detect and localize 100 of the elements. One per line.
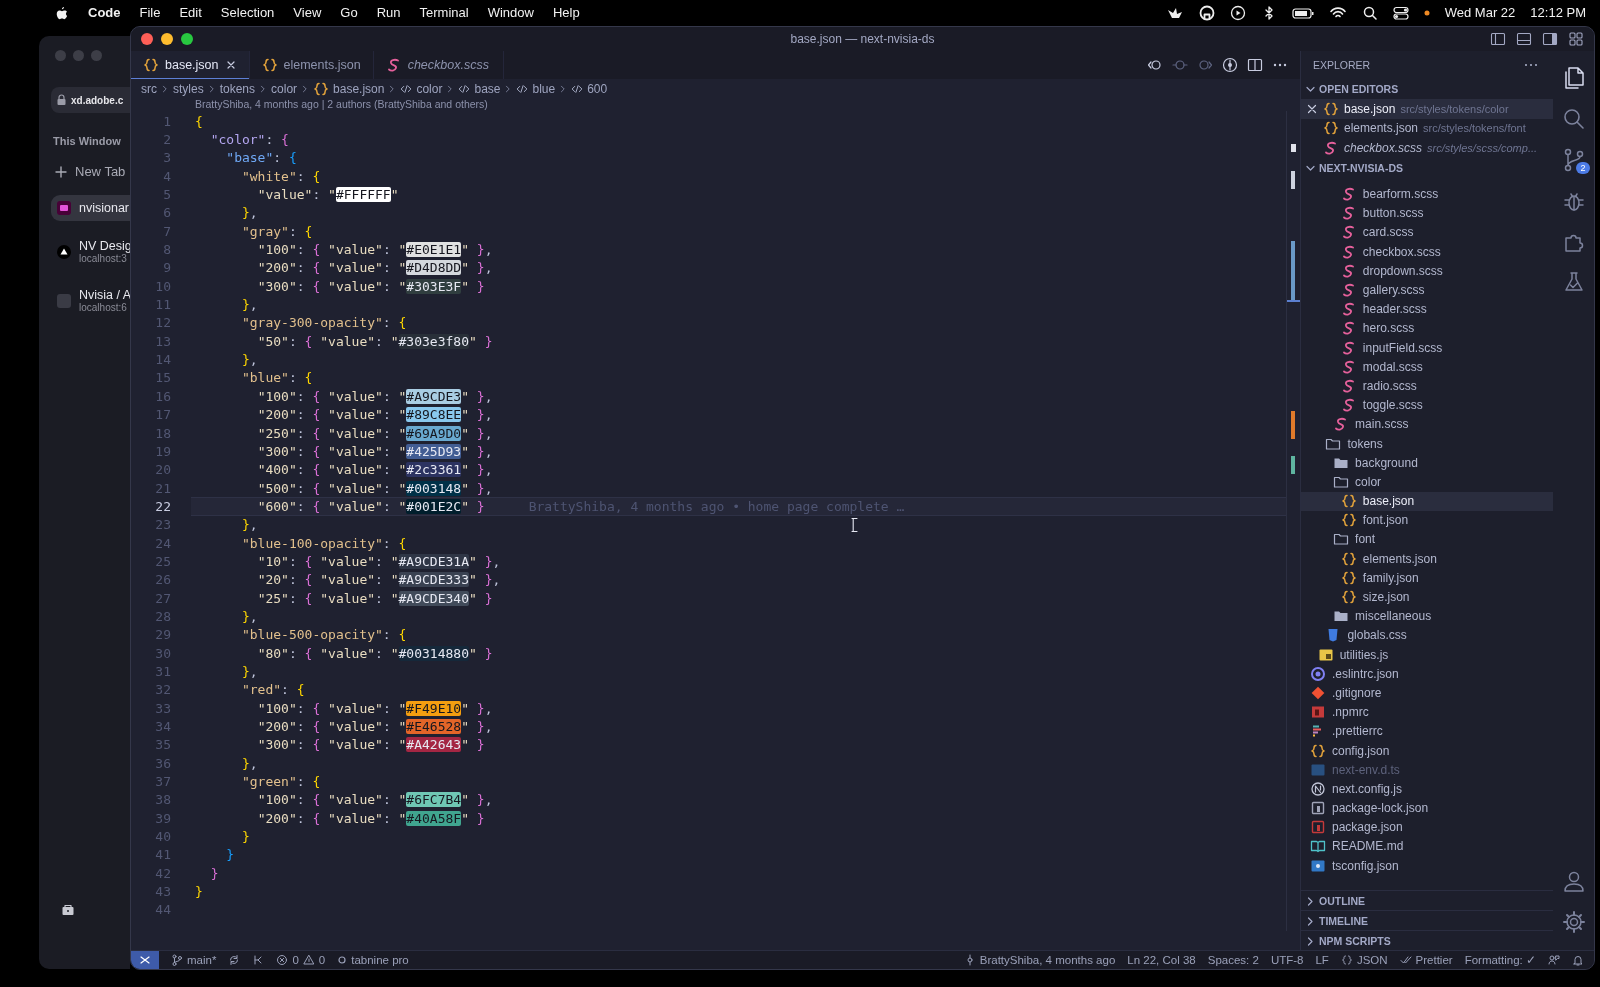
breadcrumb-item[interactable]: styles [173,81,204,96]
menu-item[interactable]: Window [487,5,534,20]
open-editor-item[interactable]: elements.json src/styles/tokens/font [1301,118,1553,138]
browser-tab[interactable]: nvisionar [51,195,130,221]
feedback-icon[interactable] [1548,954,1560,966]
close-light-icon[interactable] [141,33,153,45]
menu-item[interactable]: Selection [220,5,275,20]
explorer-entry[interactable]: README.md [1301,836,1553,857]
explorer-entry[interactable]: size.json [1301,587,1553,607]
explorer-entry[interactable]: family.json [1301,568,1553,588]
app-menu[interactable]: Code [88,5,121,20]
explorer-entry[interactable]: gallery.scss [1301,280,1553,300]
new-tab-button[interactable]: New Tab [51,164,130,179]
explorer-entry[interactable]: package-lock.json [1301,798,1553,818]
explorer-folder[interactable]: font [1301,529,1553,550]
explorer-entry[interactable]: tsconfig.json [1301,856,1553,876]
explorer-entry[interactable]: utilities.js [1301,645,1553,665]
section-header[interactable]: OPEN EDITORS [1301,79,1553,99]
blame-header[interactable]: BrattyShiba, 4 months ago | 2 authors (BrattyShiba and others) [131,98,1300,111]
indentation-status[interactable]: Spaces: 2 [1207,954,1259,966]
explorer-entry[interactable]: button.scss [1301,203,1553,223]
explorer-entry[interactable]: font.json [1301,510,1553,530]
sidebar-right-icon[interactable] [1542,31,1558,47]
explorer-entry[interactable]: toggle.scss [1301,395,1553,415]
encoding-status[interactable]: UTF-8 [1270,954,1304,966]
explorer-entry[interactable]: .eslintrc.json [1301,664,1553,684]
archive-icon[interactable] [61,903,75,917]
explorer-entry[interactable]: card.scss [1301,222,1553,243]
branch-status[interactable]: main* [171,954,217,966]
settings-icon[interactable] [1560,908,1587,935]
blame-status[interactable]: BrattyShiba, 4 months ago [963,954,1116,966]
cursor-position[interactable]: Ln 22, Col 38 [1127,954,1196,966]
split-icon[interactable] [1247,57,1263,73]
explorer-entry[interactable]: elements.json [1301,549,1553,569]
explorer-entry[interactable]: header.scss [1301,299,1553,319]
sync-icon[interactable] [228,954,241,966]
menubar-date[interactable]: Wed Mar 22 [1444,5,1516,20]
problems-status[interactable]: 0 0 [276,954,326,966]
menu-item[interactable]: Help [552,5,580,20]
breadcrumb-item[interactable]: color [400,81,443,96]
formatting-status[interactable]: Formatting: ✓ [1464,953,1536,967]
breadcrumb-item[interactable]: color [271,81,298,96]
explorer-entry[interactable]: modal.scss [1301,357,1553,377]
panel-icon[interactable] [1516,31,1532,47]
explorer-entry[interactable]: globals.css [1301,625,1553,645]
explorer-entry[interactable]: package.json [1301,817,1553,837]
explorer-entry[interactable]: base.json [1301,491,1553,511]
sidebar-left-icon[interactable] [1490,31,1506,47]
editor-tab[interactable]: base.json [131,51,250,79]
close-icon[interactable] [1306,102,1318,115]
menu-item[interactable]: View [293,5,322,20]
explorer-entry[interactable]: hero.scss [1301,318,1553,338]
language-status[interactable]: JSON [1340,954,1388,966]
explorer-entry[interactable]: inputField.scss [1301,338,1553,358]
explorer-folder[interactable]: tokens [1301,433,1553,454]
breadcrumb-item[interactable]: base [458,81,501,96]
explorer-entry[interactable]: main.scss [1301,414,1553,434]
layout-grid-icon[interactable] [1568,31,1584,47]
breadcrumb-item[interactable]: blue [516,81,556,96]
toggles-icon[interactable] [1392,4,1409,21]
explorer-folder[interactable]: color [1301,472,1553,492]
menu-item[interactable]: File [139,5,161,20]
open-editor-item[interactable]: checkbox.scss src/styles/scss/comp... [1301,138,1553,158]
menu-item[interactable]: Run [376,5,401,20]
menu-item[interactable]: Edit [179,5,202,20]
breadcrumb-item[interactable]: src [141,81,157,96]
search-icon[interactable] [1361,4,1378,21]
back-icon[interactable] [1147,57,1163,73]
menubar-time[interactable]: 12:12 PM [1530,5,1586,20]
remote-button[interactable] [131,951,159,969]
explorer-entry[interactable]: bearform.scss [1301,184,1553,204]
explorer-entry[interactable]: checkbox.scss [1301,242,1553,262]
section-header[interactable]: OUTLINE [1301,890,1553,910]
explorer-folder[interactable]: background [1301,453,1553,473]
play-icon[interactable] [1229,4,1246,21]
menu-item[interactable]: Go [340,5,358,20]
explorer-entry[interactable]: .prettierrc [1301,721,1553,741]
forward-icon[interactable] [1197,57,1213,73]
menu-item[interactable]: Terminal [419,5,469,20]
zoom-light-icon[interactable] [181,33,193,45]
explorer-folder[interactable]: miscellaneous [1301,606,1553,626]
section-header[interactable]: TIMELINE [1301,910,1553,930]
commit-icon[interactable] [1222,57,1238,73]
explorer-entry[interactable]: .npmrc [1301,702,1553,722]
breadcrumb-item[interactable]: tokens [219,81,256,96]
minimize-light-icon[interactable] [161,33,173,45]
open-editor-item[interactable]: base.json src/styles/tokens/color [1301,99,1553,119]
dot-ring-icon[interactable] [1172,57,1188,73]
address-bar[interactable]: xd.adobe.c [51,87,130,113]
tabnine-status[interactable]: tabnine pro [337,954,409,966]
explorer-entry[interactable]: config.json [1301,740,1553,761]
formatter-status[interactable]: Prettier [1399,954,1453,966]
apple-icon[interactable] [55,4,69,21]
line-ending-status[interactable]: LF [1315,954,1329,966]
section-header[interactable]: NEXT-NVISIA-DS [1301,157,1553,178]
breadcrumb-item[interactable]: base.json [313,80,385,97]
explorer-entry[interactable]: next.config.js [1301,779,1553,799]
explorer-entry[interactable]: .gitignore [1301,683,1553,703]
explorer-entry[interactable]: dropdown.scss [1301,261,1553,281]
bell-icon[interactable] [1572,954,1584,966]
